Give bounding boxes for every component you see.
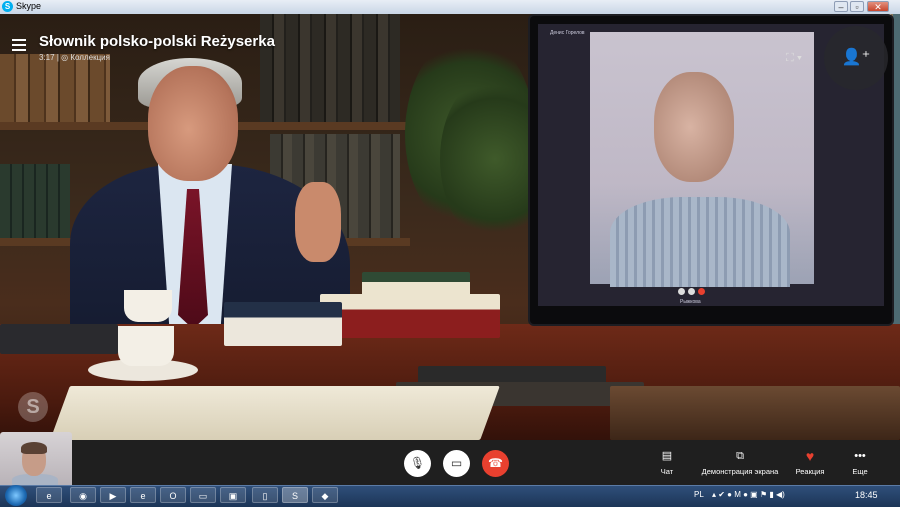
caller-name-label: Денис Горелов	[550, 30, 585, 36]
tray-icons[interactable]: ▴ ✔ ● M ● ▣ ⚑ ▮ ◀)	[712, 490, 785, 499]
more-button[interactable]: ••• Еще	[844, 449, 876, 476]
chat-button[interactable]: ▤ Чат	[648, 449, 686, 476]
call-status: 3:17 | ◎ Коллекция	[39, 53, 110, 62]
folder-icon[interactable]: ▭	[190, 487, 216, 503]
mute-button[interactable]: 🎙	[404, 450, 431, 477]
add-participant-button[interactable]: 👤⁺	[824, 26, 888, 90]
chrome-icon[interactable]: ◉	[70, 487, 96, 503]
remote-desktop-icon[interactable]: ▣	[220, 487, 246, 503]
screen-share-icon: ⧉	[736, 450, 744, 462]
maximize-button[interactable]: ▫	[850, 1, 864, 12]
remote-video-feed: Денис Горелов Рыжкова	[0, 14, 900, 440]
reaction-label: Реакция	[795, 467, 825, 476]
watermark-logo: S	[18, 392, 48, 422]
window-title-bar: S Skype ‒ ▫ ✕	[0, 0, 900, 15]
skype-icon: S	[2, 1, 13, 12]
skype-taskbar-icon[interactable]: S	[282, 487, 308, 503]
collection-icon: ◎	[61, 53, 69, 62]
chat-icon: ▤	[661, 450, 673, 462]
heart-icon: ♥	[805, 448, 815, 464]
microphone-icon: 🎙	[409, 456, 426, 470]
hamburger-menu-button[interactable]	[12, 39, 26, 54]
conversation-title: Słownik polsko-polski Reżyserka	[39, 33, 275, 50]
more-label: Еще	[852, 467, 868, 476]
screen-share-button[interactable]: ⧉ Демонстрация экрана	[694, 449, 786, 476]
minimize-button[interactable]: ‒	[834, 1, 848, 12]
collection-label[interactable]: Коллекция	[70, 53, 110, 62]
language-indicator[interactable]: PL	[694, 490, 704, 499]
video-camera-icon: ▭	[450, 456, 463, 470]
internet-explorer-icon[interactable]: e	[36, 487, 62, 503]
internet-explorer-icon[interactable]: e	[130, 487, 156, 503]
self-preview-video[interactable]	[0, 432, 72, 485]
hang-up-icon: ☎	[488, 456, 503, 470]
caller-video	[590, 32, 814, 287]
chat-label: Чат	[660, 467, 674, 476]
separator: |	[56, 53, 59, 62]
layout-switch-icon[interactable]: ⛶ ▾	[786, 52, 802, 65]
close-button[interactable]: ✕	[867, 1, 889, 12]
add-person-icon: 👤⁺	[841, 49, 871, 66]
media-player-icon[interactable]: ▶	[100, 487, 126, 503]
reaction-button[interactable]: ♥ Реакция	[790, 449, 830, 476]
screen-share-label: Демонстрация экрана	[701, 467, 779, 476]
call-label: Рыжкова	[680, 299, 701, 305]
call-duration: 3:17	[39, 53, 55, 62]
video-toggle-button[interactable]: ▭	[443, 450, 470, 477]
more-dots-icon: •••	[854, 450, 866, 462]
start-button[interactable]	[5, 485, 27, 506]
documents-icon[interactable]: ▯	[252, 487, 278, 503]
opera-icon[interactable]: O	[160, 487, 186, 503]
window-title: Skype	[16, 1, 42, 11]
media-icon[interactable]: ◆	[312, 487, 338, 503]
hang-up-button[interactable]: ☎	[482, 450, 509, 477]
taskbar-clock[interactable]: 18:45	[855, 490, 878, 500]
